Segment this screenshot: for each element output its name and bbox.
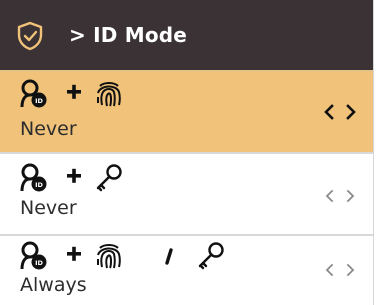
user-id-icon: ID [20, 163, 47, 192]
option-row-id-fingerprint[interactable]: ID Never [0, 72, 373, 152]
svg-text:ID: ID [35, 97, 43, 105]
user-id-icon: ID [20, 79, 47, 108]
key-icon [96, 164, 122, 192]
fingerprint-icon [97, 244, 121, 269]
fingerprint-icon [97, 82, 121, 107]
header-bar: > ID Mode [0, 0, 373, 70]
next-arrow-icon[interactable] [344, 187, 358, 205]
id-mode-panel: > ID Mode ID Never ID Never ID Always [0, 0, 373, 305]
plus-sign [67, 168, 81, 183]
page-title: > ID Mode [69, 23, 188, 47]
option-row-id-fingerprint-or-key[interactable]: ID Always [0, 236, 373, 305]
previous-arrow-icon[interactable] [322, 187, 336, 205]
option-value: Never [20, 197, 77, 219]
svg-text:ID: ID [35, 181, 43, 189]
value-selector [322, 261, 358, 279]
method-combination: ID [20, 79, 121, 108]
previous-arrow-icon[interactable] [322, 103, 336, 121]
method-combination: ID [20, 163, 122, 192]
next-arrow-icon[interactable] [344, 261, 358, 279]
or-slash [165, 248, 173, 265]
next-arrow-icon[interactable] [344, 103, 358, 121]
method-combination: ID [20, 241, 224, 270]
option-value: Always [20, 274, 87, 296]
value-selector [322, 103, 358, 121]
svg-text:ID: ID [35, 259, 43, 267]
shield-check-icon [17, 21, 43, 51]
key-icon [198, 242, 224, 270]
option-row-id-key[interactable]: ID Never [0, 154, 373, 234]
previous-arrow-icon[interactable] [322, 261, 336, 279]
plus-sign [67, 84, 81, 99]
plus-sign [67, 246, 81, 261]
option-value: Never [20, 118, 77, 140]
user-id-icon: ID [20, 241, 47, 270]
value-selector [322, 187, 358, 205]
